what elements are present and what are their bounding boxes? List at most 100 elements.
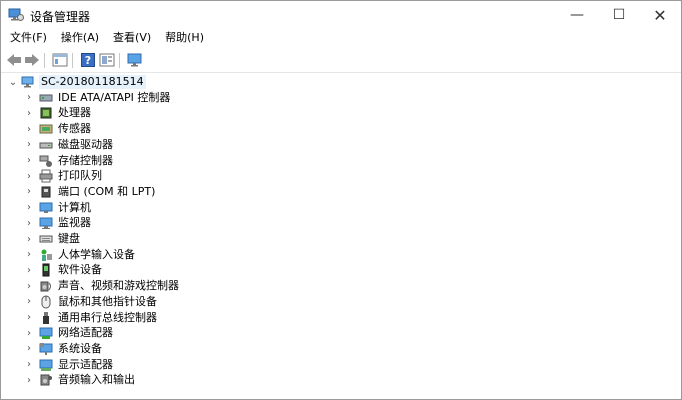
tree-item-label: 声音、视频和游戏控制器 (58, 279, 179, 293)
tree-item[interactable]: › 打印队列 (1, 168, 681, 184)
maximize-button[interactable]: ☐ (598, 1, 640, 29)
toolbar: ? (1, 48, 681, 73)
tree-item-label: 软件设备 (58, 263, 102, 277)
tree-root[interactable]: ⌄ SC-201801181514 (1, 74, 681, 90)
scan-hardware-button[interactable] (126, 51, 144, 69)
tree-item[interactable]: › 端口 (COM 和 LPT) (1, 184, 681, 200)
chevron-right-icon[interactable]: › (24, 325, 34, 341)
chevron-right-icon[interactable]: › (24, 168, 34, 184)
toolbar-separator (119, 53, 120, 68)
chevron-right-icon[interactable]: › (24, 184, 34, 200)
title-bar[interactable]: 设备管理器 — ☐ ✕ (1, 1, 681, 29)
menu-bar: 文件(F) 操作(A) 查看(V) 帮助(H) (1, 29, 681, 47)
help-button[interactable]: ? (79, 51, 97, 69)
tree-item[interactable]: › 磁盘驱动器 (1, 137, 681, 153)
tree-item[interactable]: › 处理器 (1, 105, 681, 121)
forward-button[interactable] (23, 51, 41, 69)
menu-action[interactable]: 操作(A) (56, 29, 104, 47)
chevron-right-icon[interactable]: › (24, 341, 34, 357)
chevron-right-icon[interactable]: › (24, 90, 34, 106)
chevron-right-icon[interactable]: › (24, 294, 34, 310)
disk-drive-icon (39, 142, 53, 149)
tree-item-label: 打印队列 (58, 169, 102, 183)
chevron-right-icon[interactable]: › (24, 137, 34, 153)
back-button[interactable] (5, 51, 23, 69)
sensor-icon (39, 124, 53, 134)
svg-text:?: ? (85, 54, 91, 67)
menu-view[interactable]: 查看(V) (108, 29, 156, 47)
chevron-right-icon[interactable]: › (24, 262, 34, 278)
tree-item-label: 计算机 (58, 200, 91, 214)
network-adapter-icon (39, 327, 53, 340)
tree-item[interactable]: › 监视器 (1, 215, 681, 231)
close-button[interactable]: ✕ (639, 1, 681, 29)
port-icon (41, 186, 51, 198)
toolbar-separator (72, 53, 73, 68)
tree-item[interactable]: › 传感器 (1, 121, 681, 137)
tree-item[interactable]: › 键盘 (1, 231, 681, 247)
tree-item-label: 监视器 (58, 216, 91, 230)
hid-icon (41, 249, 52, 261)
system-device-icon (39, 342, 53, 355)
chevron-right-icon[interactable]: › (24, 278, 34, 294)
menu-file[interactable]: 文件(F) (5, 29, 52, 47)
tree-item-label: 显示适配器 (58, 357, 113, 371)
chevron-right-icon[interactable]: › (24, 121, 34, 137)
view-button[interactable] (98, 51, 116, 69)
tree-item[interactable]: › 声音、视频和游戏控制器 (1, 278, 681, 294)
tree-item[interactable]: › 网络适配器 (1, 325, 681, 341)
tree-item-label: 传感器 (58, 122, 91, 136)
tree-item[interactable]: › 鼠标和其他指针设备 (1, 294, 681, 310)
tree-item-label: 处理器 (58, 106, 91, 120)
storage-controller-icon (39, 155, 52, 167)
tree-root-label: SC-201801181514 (39, 75, 146, 89)
ide-controller-icon (39, 94, 53, 102)
chevron-right-icon[interactable]: › (24, 231, 34, 247)
tree-item-label: 网络适配器 (58, 326, 113, 340)
chevron-right-icon[interactable]: › (24, 372, 34, 388)
menu-help[interactable]: 帮助(H) (160, 29, 209, 47)
tree-item[interactable]: › IDE ATA/ATAPI 控制器 (1, 90, 681, 106)
tree-item[interactable]: › 系统设备 (1, 341, 681, 357)
chevron-right-icon[interactable]: › (24, 215, 34, 231)
chevron-right-icon[interactable]: › (24, 105, 34, 121)
monitor-icon (39, 217, 53, 230)
usb-icon (43, 311, 49, 324)
tree-item-label: IDE ATA/ATAPI 控制器 (58, 90, 171, 104)
display-adapter-icon (39, 359, 53, 371)
help-icon: ? (81, 53, 95, 67)
toolbar-separator (44, 53, 45, 68)
tree-item[interactable]: › 计算机 (1, 200, 681, 216)
window-title: 设备管理器 (30, 10, 91, 24)
chevron-down-icon[interactable]: ⌄ (8, 74, 18, 90)
tree-item[interactable]: › 人体学输入设备 (1, 247, 681, 263)
properties-button[interactable] (51, 51, 69, 69)
tree-item[interactable]: › 音频输入和输出 (1, 372, 681, 388)
tree-item-label: 通用串行总线控制器 (58, 310, 157, 324)
chevron-right-icon[interactable]: › (24, 247, 34, 263)
tree-item-label: 音频输入和输出 (58, 373, 135, 387)
tree-item-label: 系统设备 (58, 341, 102, 355)
chevron-right-icon[interactable]: › (24, 357, 34, 373)
tree-item[interactable]: › 软件设备 (1, 262, 681, 278)
properties-icon (52, 53, 68, 67)
device-manager-app-icon (8, 8, 24, 21)
tree-item-label: 鼠标和其他指针设备 (58, 294, 157, 308)
minimize-icon: — (570, 7, 584, 23)
minimize-button[interactable]: — (556, 1, 598, 29)
tree-item[interactable]: › 存储控制器 (1, 153, 681, 169)
tree-item-label: 存储控制器 (58, 153, 113, 167)
tree-item[interactable]: › 显示适配器 (1, 357, 681, 373)
chevron-right-icon[interactable]: › (24, 310, 34, 326)
software-device-icon (42, 263, 50, 277)
chevron-right-icon[interactable]: › (24, 153, 34, 169)
computer-root-icon (21, 76, 34, 88)
close-icon: ✕ (653, 5, 667, 25)
printer-icon (39, 169, 53, 183)
chevron-right-icon[interactable]: › (24, 200, 34, 216)
tree-item-label: 人体学输入设备 (58, 247, 135, 261)
back-icon (7, 54, 21, 66)
audio-io-icon (40, 374, 52, 386)
sound-icon (40, 281, 51, 292)
tree-item[interactable]: › 通用串行总线控制器 (1, 310, 681, 326)
